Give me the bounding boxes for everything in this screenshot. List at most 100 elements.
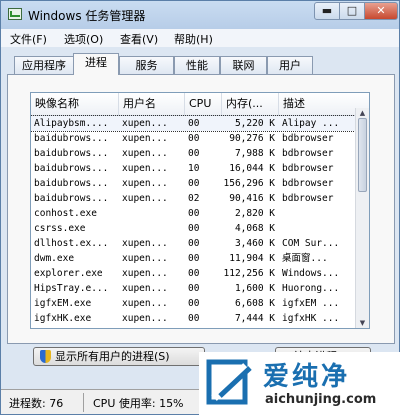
cell-cpu: 00: [188, 238, 200, 249]
column-header-image-name[interactable]: 映像名称: [31, 93, 119, 115]
cell-user: xupen...: [122, 148, 168, 159]
menu-view[interactable]: 查看(V): [120, 31, 158, 47]
cell-memory: 7,444 K: [234, 313, 275, 324]
cell-cpu: 00: [188, 148, 200, 159]
tab-networking[interactable]: 联网: [220, 56, 267, 74]
cell-cpu: 02: [188, 193, 200, 204]
cell-image-name: baidubrows...: [34, 148, 109, 159]
task-manager-icon: [8, 8, 22, 20]
menu-file[interactable]: 文件(F): [10, 31, 47, 47]
watermark-title: 爱纯净: [263, 362, 351, 392]
window-title: Windows 任务管理器: [28, 9, 146, 23]
tab-services[interactable]: 服务: [119, 56, 174, 74]
table-row[interactable]: conhost.exe 00 2,820 K: [31, 206, 369, 221]
cpu-usage: CPU 使用率: 15%: [93, 397, 184, 410]
cell-memory: 156,296 K: [223, 178, 275, 189]
cell-cpu: 00: [188, 253, 200, 264]
cell-memory: 7,988 K: [234, 148, 275, 159]
scroll-up-icon[interactable]: ▲: [358, 109, 367, 117]
table-row[interactable]: baidubrows... xupen... 02 90,416 Kbdbrowser: [31, 191, 369, 206]
table-row[interactable]: dllhost.ex... xupen... 00 3,460 K COM Sur...: [31, 236, 369, 251]
column-header-row: 映像名称 用户名 CPU 内存(... 描述: [31, 93, 369, 116]
tab-applications[interactable]: 应用程序: [14, 56, 74, 74]
cell-memory: 90,276 K: [229, 133, 275, 144]
cell-image-name: baidubrows...: [34, 178, 109, 189]
cell-image-name: baidubrows...: [34, 193, 109, 204]
menu-options[interactable]: 选项(O): [64, 31, 103, 47]
tab-processes[interactable]: 进程: [73, 53, 119, 75]
show-all-users-label: 显示所有用户的进程(S): [55, 350, 170, 363]
cell-user: xupen...: [122, 118, 168, 129]
table-row[interactable]: igfxEM.exe xupen... 00 6,608 KigfxEM ...: [31, 296, 369, 311]
tab-users[interactable]: 用户: [267, 56, 313, 74]
column-header-user[interactable]: 用户名: [119, 93, 185, 115]
cell-image-name: dwm.exe: [34, 253, 75, 264]
title-bar: Windows 任务管理器 ▬ □ ✕: [1, 1, 399, 29]
close-button[interactable]: ✕: [364, 2, 398, 20]
menu-bar: 文件(F) 选项(O) 查看(V) 帮助(H): [1, 29, 399, 47]
table-row[interactable]: explorer.exe xupen... 00 112,256 K Windows..…: [31, 266, 369, 281]
cell-image-name: explorer.exe: [34, 268, 103, 279]
table-row[interactable]: csrss.exe 00 4,068 K: [31, 221, 369, 236]
cell-image-name: igfxEM.exe: [34, 298, 92, 309]
table-row[interactable]: baidubrows... xupen... 00 7,988 Kbdbrowser: [31, 146, 369, 161]
column-header-memory[interactable]: 内存(...: [222, 93, 279, 115]
cell-memory: 112,256 K: [223, 268, 275, 279]
cell-cpu: 00: [185, 326, 222, 328]
cell-cpu: 00: [188, 133, 200, 144]
cell-cpu: 00: [188, 268, 200, 279]
cell-memory: 6,608 K: [234, 298, 275, 309]
cell-image-name: dllhost.ex...: [34, 238, 109, 249]
process-list: 映像名称 用户名 CPU 内存(... 描述 Alipaybsm.... xupe…: [30, 92, 370, 329]
cell-cpu: 00: [188, 298, 200, 309]
cell-cpu: 00: [188, 313, 200, 324]
table-row[interactable]: HipsTray.e... xupen... 00 1,600 K Huorong...: [31, 281, 369, 296]
cell-cpu: 00: [188, 208, 200, 219]
scroll-thumb[interactable]: [358, 118, 367, 192]
show-all-users-button[interactable]: 显示所有用户的进程(S): [33, 347, 205, 366]
column-header-cpu[interactable]: CPU: [185, 93, 222, 115]
cell-image-name: baidubrows...: [34, 163, 109, 174]
cell-user: xupen...: [122, 193, 168, 204]
table-row[interactable]: Alipaybsm.... xupen... 00 5,220 K Alipay ...: [31, 115, 369, 132]
cell-memory: 11,904 K: [229, 253, 275, 264]
cell-cpu: 00: [188, 283, 200, 294]
cell-user: [119, 221, 185, 236]
table-row[interactable]: baidubrows... xupen... 00 156,296 Kbdbrowse…: [31, 176, 369, 191]
cell-image-name: csrss.exe: [34, 223, 86, 234]
cell-image-name: baidubrows...: [34, 133, 109, 144]
cell-image-name: conhost.exe: [34, 208, 97, 219]
uac-shield-icon: [40, 350, 51, 363]
maximize-button[interactable]: □: [339, 2, 365, 20]
cell-user: xupen...: [122, 133, 168, 144]
cell-user: xupen...: [122, 163, 168, 174]
cell-cpu: 00: [188, 118, 200, 129]
cell-user: xupen...: [122, 313, 168, 324]
cell-image-name: igfxHK.exe: [34, 313, 92, 324]
scroll-down-icon[interactable]: ▼: [358, 319, 367, 327]
menu-help[interactable]: 帮助(H): [174, 31, 213, 47]
table-row[interactable]: igfxTray.exexupen...008,776 KigfxTray: [31, 326, 369, 328]
cell-user: xupen...: [122, 238, 168, 249]
cell-memory: 4,068 K: [234, 223, 275, 234]
cell-user: xupen...: [122, 283, 168, 294]
table-row[interactable]: igfxHK.exe xupen... 00 7,444 KigfxHK ...: [31, 311, 369, 326]
cell-image-name: igfxTray.exe: [31, 326, 119, 328]
cell-user: xupen...: [122, 178, 168, 189]
cell-user: [119, 206, 185, 221]
cell-user: xupen...: [122, 268, 168, 279]
cell-memory: 3,460 K: [234, 238, 275, 249]
vertical-scrollbar[interactable]: ▲ ▼: [355, 108, 369, 328]
watermark-url: aichunjing.com: [265, 392, 377, 407]
tab-performance[interactable]: 性能: [174, 56, 220, 74]
minimize-button[interactable]: ▬: [314, 2, 340, 20]
table-row[interactable]: dwm.exe xupen... 00 11,904 K 桌面窗...: [31, 251, 369, 266]
cell-memory: 5,220 K: [234, 118, 275, 129]
cell-memory: 2,820 K: [234, 208, 275, 219]
cell-memory: 8,776 K: [222, 326, 279, 328]
watermark-logo-icon: [206, 359, 252, 405]
table-row[interactable]: baidubrows... xupen... 00 90,276 Kbdbrowser: [31, 131, 369, 146]
table-row[interactable]: baidubrows... xupen... 10 16,044 Kbdbrowser: [31, 161, 369, 176]
cell-cpu: 10: [188, 163, 200, 174]
cell-user: xupen...: [122, 253, 168, 264]
